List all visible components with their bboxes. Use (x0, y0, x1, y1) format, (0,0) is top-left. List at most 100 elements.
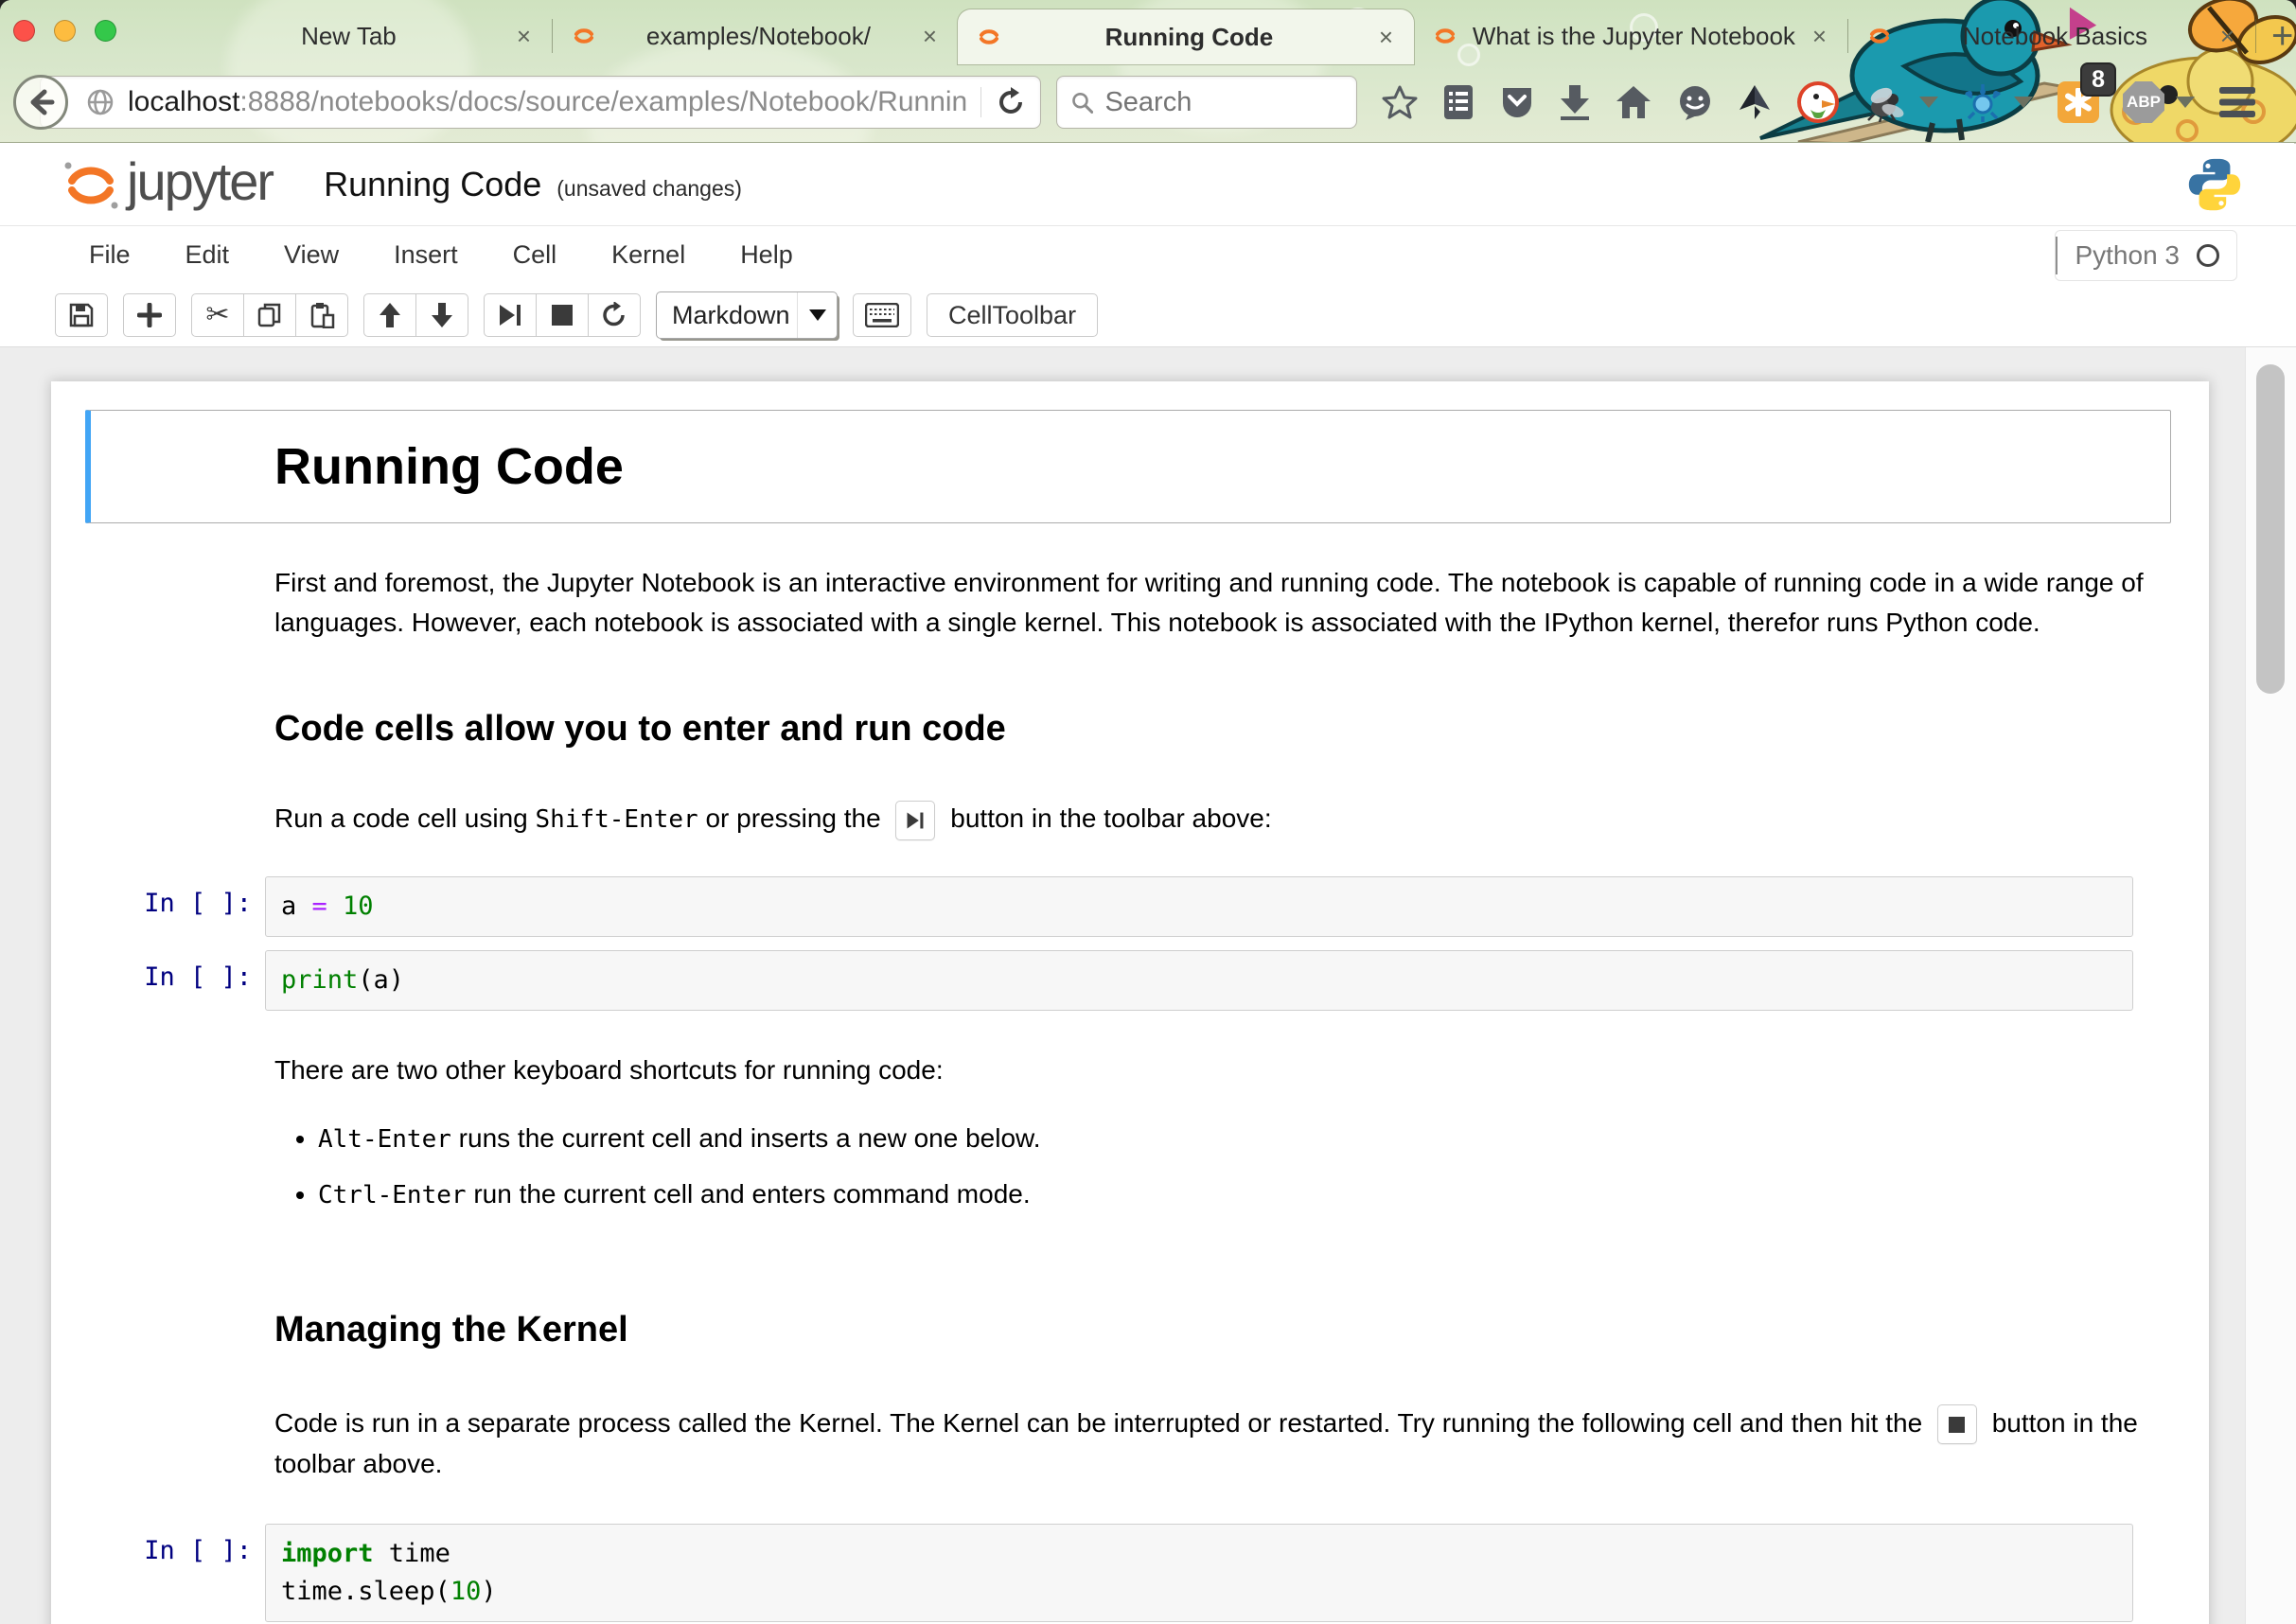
url-bar[interactable]: localhost:8888/notebooks/docs/source/exa… (40, 76, 1041, 129)
arrow-down-icon (431, 302, 453, 328)
tab-title: Notebook Basics (1903, 22, 2207, 51)
markdown-cell-title-selected[interactable]: Running Code (85, 410, 2171, 523)
home-icon (1615, 84, 1652, 120)
browser-window: New Tab × examples/Notebook/ × Running C… (0, 0, 2296, 1624)
close-window-button[interactable] (13, 20, 35, 42)
browser-chrome: New Tab × examples/Notebook/ × Running C… (0, 0, 2296, 143)
code-cell-print-a[interactable]: In [ ]: print(a) (85, 950, 2171, 1011)
inline-run-button-image (895, 801, 935, 840)
menu-file[interactable]: File (89, 240, 131, 270)
bullet-text: run the current cell and enters command … (467, 1179, 1031, 1209)
copy-cell-button[interactable] (243, 293, 296, 337)
tab-close-icon[interactable]: × (1377, 23, 1395, 52)
celltoolbar-button[interactable]: CellToolbar (927, 293, 1098, 337)
addon-count-badge: 8 (2080, 62, 2116, 97)
paste-cell-button[interactable] (295, 293, 348, 337)
tab-close-icon[interactable]: × (1810, 22, 1828, 51)
notebook-body: Running Code First and foremost, the Jup… (0, 347, 2296, 1624)
jupyter-logo[interactable]: jupyter (59, 152, 273, 217)
tab-title: New Tab (194, 22, 503, 51)
shift-enter-code: Shift-Enter (536, 805, 698, 834)
markdown-cell-kernel-heading[interactable]: Managing the Kernel Code is run in a sep… (85, 1298, 2171, 1496)
toolbar-icons: 8 ABP (1382, 79, 2255, 125)
menu-kernel[interactable]: Kernel (611, 240, 685, 270)
search-input[interactable] (1104, 87, 1343, 118)
duckduckgo-addon-button[interactable] (1795, 79, 1841, 125)
hello-chat-button[interactable] (1676, 84, 1714, 120)
code-line: a = 10 (281, 888, 2117, 926)
code-input-area[interactable]: a = 10 (265, 876, 2133, 937)
markdown-cell-intro[interactable]: First and foremost, the Jupyter Notebook… (85, 552, 2171, 654)
new-tab-button[interactable]: + (2256, 9, 2296, 62)
share-plane-button[interactable] (1738, 83, 1772, 121)
bookmark-star-button[interactable] (1382, 84, 1418, 120)
adblock-plus-dropdown[interactable] (2175, 96, 2196, 109)
notebook-title[interactable]: Running Code (324, 165, 541, 204)
zoom-window-button[interactable] (95, 20, 116, 42)
menu-view[interactable]: View (284, 240, 339, 270)
minimize-window-button[interactable] (54, 20, 76, 42)
move-cell-up-button[interactable] (363, 293, 416, 337)
back-arrow-icon (26, 88, 55, 116)
chevron-down-icon (2013, 96, 2034, 109)
code-input-area[interactable]: import time time.sleep(10) (265, 1524, 2133, 1622)
tab-examples-notebook[interactable]: examples/Notebook/ × (553, 9, 958, 62)
tab-close-icon[interactable]: × (2218, 22, 2236, 51)
cell-type-select[interactable]: Markdown (656, 291, 838, 339)
jupyter-logo-icon (59, 152, 123, 217)
pocket-button[interactable] (1499, 84, 1535, 120)
cut-cell-button[interactable]: ✂ (191, 293, 244, 337)
kernel-line-text: Code is run in a separate process called… (274, 1408, 1930, 1438)
reading-list-button[interactable] (1441, 83, 1475, 121)
restart-kernel-button[interactable] (588, 293, 641, 337)
notebook-header: jupyter Running Code (unsaved changes) (0, 144, 2296, 225)
downloads-button[interactable] (1559, 83, 1591, 121)
markdown-cell-code-cells-heading[interactable]: Code cells allow you to enter and run co… (85, 697, 2171, 852)
abp-icon: ABP (2123, 81, 2164, 123)
tab-what-is-jupyter[interactable]: What is the Jupyter Notebook × (1414, 9, 1847, 62)
menu-cell[interactable]: Cell (513, 240, 557, 270)
menu-edit[interactable]: Edit (185, 240, 230, 270)
back-button[interactable] (13, 75, 68, 130)
tab-running-code-active[interactable]: Running Code × (958, 9, 1414, 64)
reload-icon[interactable] (995, 86, 1027, 118)
menu-help[interactable]: Help (740, 240, 793, 270)
tab-notebook-basics[interactable]: Notebook Basics × (1848, 9, 2255, 62)
notebook-h2-kernel: Managing the Kernel (274, 1310, 2171, 1350)
fly-addon-button[interactable] (1864, 82, 1908, 122)
fly-addon-dropdown[interactable] (1918, 96, 1939, 109)
asterisk-addon-button[interactable]: 8 (2058, 81, 2099, 123)
tab-new-tab[interactable]: New Tab × (175, 9, 552, 62)
code-cell-a-equals-10[interactable]: In [ ]: a = 10 (85, 876, 2171, 937)
markdown-cell-shortcuts[interactable]: There are two other keyboard shortcuts f… (85, 1039, 2171, 1242)
run-cell-button[interactable] (484, 293, 537, 337)
move-cell-down-button[interactable] (415, 293, 468, 337)
scrollbar-thumb[interactable] (2256, 364, 2285, 694)
copy-icon (256, 302, 283, 328)
tab-close-icon[interactable]: × (921, 22, 939, 51)
input-prompt: In [ ]: (85, 1524, 265, 1622)
blue-addon-dropdown[interactable] (2013, 96, 2034, 109)
adblock-plus-button[interactable]: ABP (2123, 81, 2164, 123)
window-controls (13, 20, 116, 42)
chat-smiley-icon (1676, 84, 1714, 120)
download-arrow-icon (1559, 83, 1591, 121)
blue-addon-button[interactable] (1963, 82, 2003, 122)
jupyter-favicon-icon (1867, 24, 1892, 48)
code-cell-import-time[interactable]: In [ ]: import time time.sleep(10) (85, 1524, 2171, 1622)
save-button[interactable] (55, 293, 108, 337)
scrollbar-track[interactable] (2245, 347, 2296, 1624)
cell-type-value: Markdown (672, 301, 790, 330)
shortcuts-list: Alt-Enter runs the current cell and inse… (318, 1119, 2171, 1215)
interrupt-kernel-button[interactable] (536, 293, 589, 337)
menu-button[interactable] (2219, 87, 2255, 117)
command-palette-button[interactable] (853, 293, 911, 337)
menu-insert[interactable]: Insert (394, 240, 458, 270)
search-bar[interactable] (1056, 76, 1357, 129)
tab-close-icon[interactable]: × (515, 22, 533, 51)
code-input-area[interactable]: print(a) (265, 950, 2133, 1011)
insert-cell-button[interactable] (123, 293, 176, 337)
home-button[interactable] (1615, 84, 1652, 120)
url-text[interactable]: localhost:8888/notebooks/docs/source/exa… (128, 86, 967, 118)
move-button-group (363, 293, 468, 337)
